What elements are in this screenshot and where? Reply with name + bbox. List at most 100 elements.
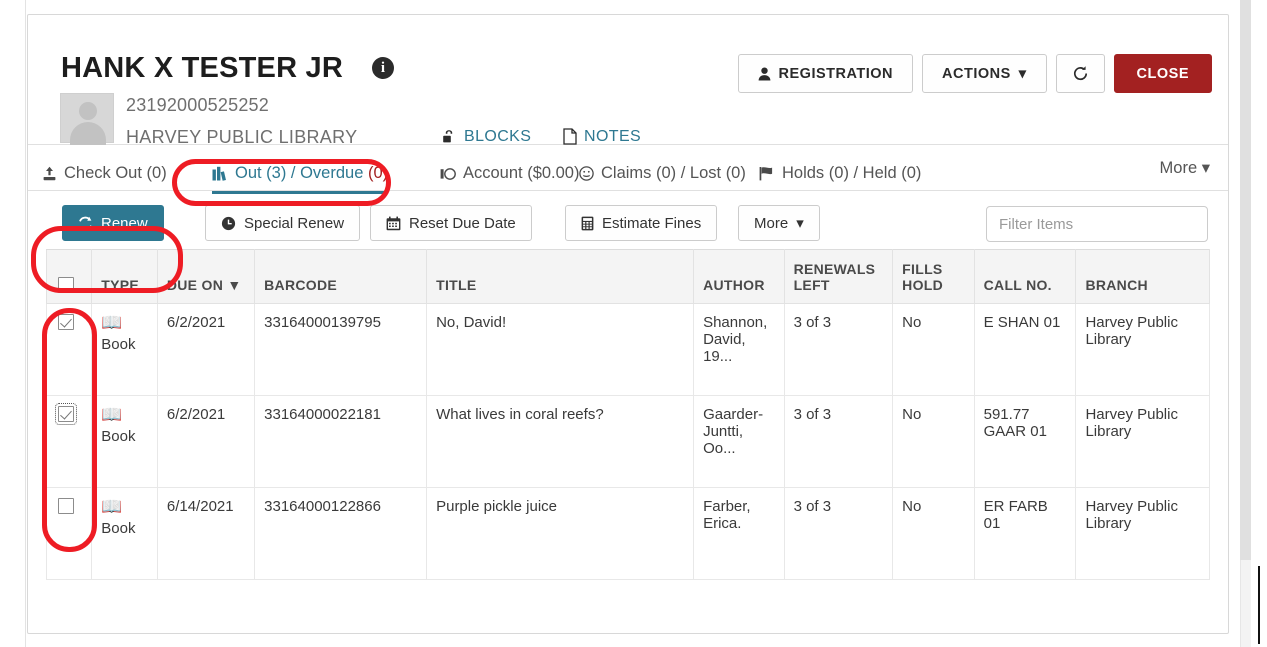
table-row[interactable]: 📖 Book 6/2/2021 33164000022181 What live…	[45, 395, 1210, 488]
info-icon[interactable]: i	[372, 57, 394, 79]
table-row[interactable]: 📖 Book 6/14/2021 33164000122866 Purple p…	[45, 487, 1210, 580]
row-branch: Harvey Public Library	[1075, 303, 1210, 396]
coin-icon	[440, 164, 456, 183]
row-select-cell	[45, 303, 93, 396]
renew-button[interactable]: Renew	[62, 205, 164, 241]
patron-header: HANK X TESTER JR i 23192000525252 HARVEY…	[28, 15, 1228, 147]
col-fills-hold[interactable]: FILLS HOLD	[892, 249, 975, 304]
text-caret-mark	[1258, 566, 1260, 644]
row-type-label: Book	[101, 336, 136, 353]
sort-desc-icon: ▼	[227, 277, 242, 293]
avatar-head	[79, 102, 97, 120]
row-type-cell: 📖 Book	[91, 395, 158, 488]
row-barcode: 33164000122866	[254, 487, 428, 580]
avatar-body	[70, 122, 106, 146]
row-type-label: Book	[101, 428, 136, 445]
blocks-label: BLOCKS	[464, 128, 532, 145]
check-out-icon	[42, 164, 57, 183]
clock-icon	[221, 215, 236, 232]
page-gutter-left	[0, 0, 26, 647]
filter-items-input[interactable]	[986, 206, 1208, 242]
avatar	[60, 93, 114, 146]
row-branch: Harvey Public Library	[1075, 487, 1210, 580]
estimate-fines-button[interactable]: Estimate Fines	[565, 205, 718, 241]
reset-due-date-button[interactable]: Reset Due Date	[370, 205, 532, 241]
row-checkbox[interactable]	[58, 498, 74, 514]
book-icon: 📖	[101, 497, 123, 516]
blocks-link[interactable]: BLOCKS	[441, 128, 531, 146]
overdue-count: (0)	[367, 163, 389, 182]
chevron-down-icon: ▾	[796, 215, 804, 232]
face-icon	[579, 164, 594, 183]
estimate-fines-label: Estimate Fines	[602, 214, 702, 232]
tab-claims-lost[interactable]: Claims (0) / Lost (0)	[579, 156, 746, 190]
patron-barcode: 23192000525252	[126, 95, 269, 115]
tab-account-label: Account ($0.00)	[463, 163, 580, 182]
row-renewals: 3 of 3	[783, 395, 894, 488]
row-call-no: ER FARB 01	[973, 487, 1077, 580]
select-all-header	[45, 249, 93, 304]
row-renewals: 3 of 3	[783, 487, 894, 580]
row-title: What lives in coral reefs?	[426, 395, 695, 488]
close-button[interactable]: CLOSE	[1113, 54, 1212, 93]
row-barcode: 33164000139795	[254, 303, 428, 396]
checkouts-table: TYPE DUE ON ▼ BARCODE TITLE AUTHOR RENEW…	[45, 249, 1210, 580]
select-all-checkbox[interactable]	[58, 277, 74, 293]
books-icon	[212, 164, 228, 183]
col-barcode[interactable]: BARCODE	[254, 249, 428, 304]
reset-due-date-label: Reset Due Date	[409, 214, 516, 232]
actions-button[interactable]: ACTIONS ▾	[922, 54, 1047, 93]
notes-label: NOTES	[584, 128, 642, 145]
tabs-more-button[interactable]: More ▾	[1160, 158, 1210, 178]
row-title: No, David!	[426, 303, 695, 396]
note-icon	[563, 128, 577, 146]
checkouts-table-wrap: TYPE DUE ON ▼ BARCODE TITLE AUTHOR RENEW…	[45, 249, 1210, 580]
special-renew-button[interactable]: Special Renew	[205, 205, 361, 241]
close-label: CLOSE	[1136, 65, 1189, 82]
row-due-on: 6/14/2021	[156, 487, 256, 580]
row-type-label: Book	[101, 520, 136, 537]
refresh-button[interactable]	[1055, 54, 1105, 93]
tab-account[interactable]: Account ($0.00)	[440, 156, 579, 190]
page-scrollbar-thumb[interactable]	[1240, 0, 1251, 560]
app-root: HANK X TESTER JR i 23192000525252 HARVEY…	[0, 0, 1267, 647]
refresh-icon	[78, 215, 93, 232]
notes-link[interactable]: NOTES	[563, 128, 641, 146]
user-icon	[758, 66, 771, 82]
col-branch[interactable]: BRANCH	[1075, 249, 1210, 304]
registration-label: REGISTRATION	[778, 65, 894, 82]
tab-out-overdue-label: Out (3) / Overdue (0)	[235, 163, 389, 182]
calendar-icon	[386, 215, 401, 232]
row-due-on: 6/2/2021	[156, 303, 256, 396]
header-actions: REGISTRATION ACTIONS ▾ CLOSE	[737, 54, 1212, 93]
tab-holds-held-label: Holds (0) / Held (0)	[782, 163, 922, 182]
col-call-no[interactable]: CALL NO.	[973, 249, 1077, 304]
registration-button[interactable]: REGISTRATION	[737, 54, 914, 93]
patron-record-card: HANK X TESTER JR i 23192000525252 HARVEY…	[27, 14, 1229, 634]
patron-tabs: Check Out (0) Out (3) / Overdue (0) Acco…	[28, 145, 1228, 194]
col-title[interactable]: TITLE	[426, 249, 695, 304]
col-type[interactable]: TYPE	[91, 249, 158, 304]
row-fills: No	[892, 303, 975, 396]
col-renewals-left[interactable]: RENEWALS LEFT	[783, 249, 894, 304]
tab-check-out[interactable]: Check Out (0)	[42, 156, 167, 190]
special-renew-label: Special Renew	[244, 214, 345, 232]
col-author[interactable]: AUTHOR	[693, 249, 785, 304]
unlock-icon	[441, 128, 457, 146]
row-type-cell: 📖 Book	[91, 487, 158, 580]
items-toolbar: Renew Special Renew Reset Due Date Estim…	[28, 191, 1228, 253]
tab-out-overdue[interactable]: Out (3) / Overdue (0)	[212, 156, 389, 194]
tab-holds-held[interactable]: Holds (0) / Held (0)	[759, 156, 921, 190]
row-fills: No	[892, 487, 975, 580]
col-due-on[interactable]: DUE ON ▼	[156, 249, 256, 304]
calculator-icon	[581, 215, 594, 232]
table-row[interactable]: 📖 Book 6/2/2021 33164000139795 No, David…	[45, 303, 1210, 396]
items-more-button[interactable]: More ▾	[738, 205, 820, 241]
items-more-label: More	[754, 214, 789, 232]
renew-label: Renew	[101, 214, 148, 232]
row-checkbox[interactable]	[55, 403, 77, 425]
row-select-cell	[45, 487, 93, 580]
row-type-cell: 📖 Book	[91, 303, 158, 396]
row-title: Purple pickle juice	[426, 487, 695, 580]
row-checkbox[interactable]	[58, 314, 74, 330]
